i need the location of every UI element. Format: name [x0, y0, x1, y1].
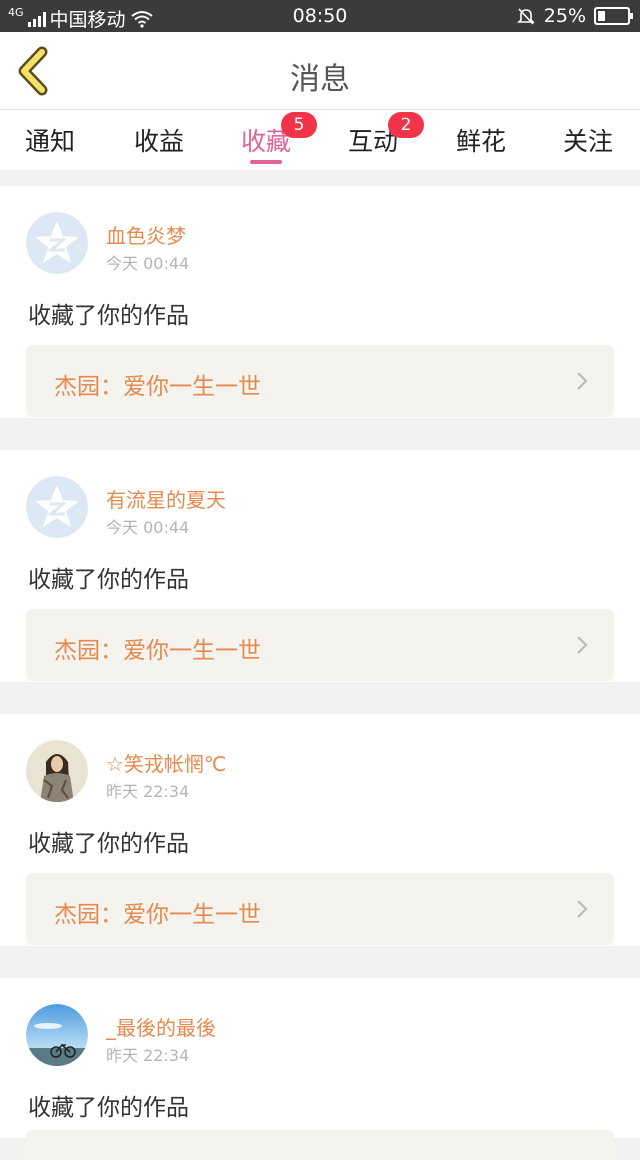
tab-notifications[interactable]: 通知: [5, 122, 95, 170]
interactions-badge: 2: [388, 112, 424, 138]
username[interactable]: ☆笑戎帐惘℃: [106, 748, 226, 777]
work-title: 杰园：爱你一生一世: [54, 902, 261, 928]
message-card: _最後的最後 昨天 22:34 收藏了你的作品: [0, 978, 640, 1160]
work-link[interactable]: 杰园：爱你一生一世: [26, 345, 614, 417]
alarm-off-icon: [516, 8, 535, 25]
username[interactable]: 有流星的夏天: [106, 484, 226, 513]
work-title: 杰园：爱你一生一世: [54, 638, 261, 664]
message-card: ☆笑戎帐惘℃ 昨天 22:34 收藏了你的作品 杰园：爱你一生一世: [0, 714, 640, 946]
chevron-right-icon: [577, 636, 588, 654]
work-link[interactable]: [26, 1130, 614, 1160]
message-action: 收藏了你的作品: [28, 303, 189, 329]
tab-favorites[interactable]: 收藏 5: [221, 112, 317, 170]
girl-photo-avatar-icon: [26, 740, 88, 802]
status-right: 25%: [516, 5, 633, 27]
avatar[interactable]: [26, 740, 88, 802]
tab-earnings[interactable]: 收益: [114, 122, 204, 170]
chevron-right-icon: [577, 372, 588, 390]
work-title: 杰园：爱你一生一世: [54, 374, 261, 400]
chevron-right-icon: [577, 900, 588, 918]
avatar[interactable]: [26, 212, 88, 274]
username[interactable]: 血色炎梦: [106, 220, 186, 249]
message-time: 昨天 22:34: [106, 1046, 190, 1065]
avatar[interactable]: [26, 1004, 88, 1066]
qzone-star-icon: [26, 476, 88, 538]
message-action: 收藏了你的作品: [28, 1095, 189, 1121]
message-card: 有流星的夏天 今天 00:44 收藏了你的作品 杰园：爱你一生一世: [0, 450, 640, 682]
nav-header: 消息: [0, 32, 640, 110]
tab-flowers[interactable]: 鲜花: [436, 122, 526, 170]
sky-bicycle-avatar-icon: [26, 1004, 88, 1066]
message-card: 血色炎梦 今天 00:44 收藏了你的作品 杰园：爱你一生一世: [0, 186, 640, 418]
message-time: 昨天 22:34: [106, 782, 190, 801]
page-title: 消息: [290, 62, 350, 97]
tab-label: 关注: [562, 127, 613, 156]
qzone-star-icon: [26, 212, 88, 274]
tab-follows[interactable]: 关注: [543, 122, 633, 170]
message-action: 收藏了你的作品: [28, 831, 189, 857]
battery-icon: [594, 7, 633, 25]
favorites-badge: 5: [281, 112, 317, 138]
username[interactable]: _最後的最後: [106, 1012, 216, 1041]
message-action: 收藏了你的作品: [28, 567, 189, 593]
avatar[interactable]: [26, 476, 88, 538]
tab-bar: 通知 收益 收藏 5 互动 2 鲜花 关注: [0, 110, 640, 170]
tab-label: 鲜花: [455, 127, 506, 156]
message-time: 今天 00:44: [106, 518, 190, 537]
work-link[interactable]: 杰园：爱你一生一世: [26, 873, 614, 945]
status-bar: 4G 中国移动 08:50 25%: [0, 0, 640, 32]
work-link[interactable]: 杰园：爱你一生一世: [26, 609, 614, 681]
active-tab-indicator: [250, 160, 282, 164]
tab-label: 通知: [24, 127, 75, 156]
message-time: 今天 00:44: [106, 254, 190, 273]
battery-percent: 25%: [543, 5, 586, 27]
tab-label: 收益: [133, 127, 184, 156]
tab-interactions[interactable]: 互动 2: [328, 112, 424, 170]
